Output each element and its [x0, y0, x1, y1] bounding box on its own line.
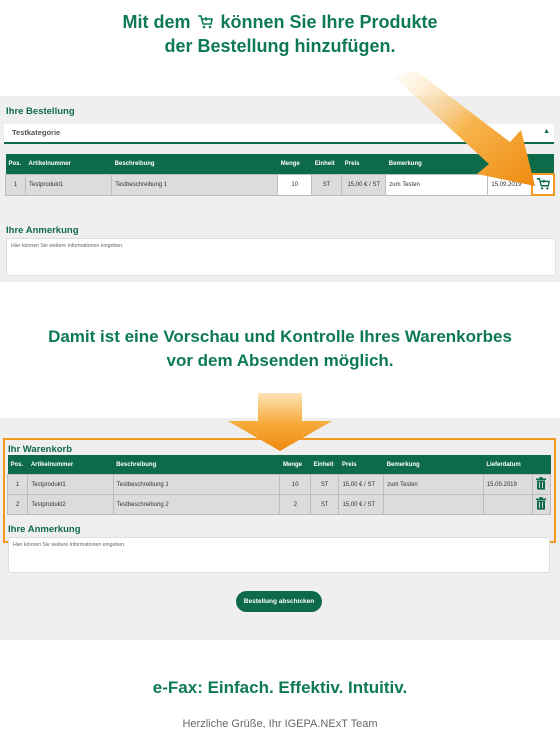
- cell-date: 15.09.2019: [482, 474, 533, 495]
- note-title: Ihre Anmerkung: [8, 524, 81, 535]
- quantity-input[interactable]: 10: [277, 173, 313, 196]
- cell-unit: ST: [309, 474, 340, 495]
- cell-article: Testprodukt2: [27, 494, 114, 515]
- note-placeholder: Hier können Sie weitere Informationen ei…: [13, 542, 126, 548]
- cell-price: 15,00 € / ST: [338, 474, 385, 495]
- order-title: Ihre Bestellung: [6, 106, 75, 117]
- trash-icon: [536, 477, 547, 490]
- note-placeholder: Hier können Sie weitere Informationen ei…: [11, 243, 124, 249]
- note-title: Ihre Anmerkung: [6, 225, 79, 236]
- col-price: Preis: [341, 154, 386, 174]
- cell-unit: ST: [311, 173, 343, 196]
- cart-table-header: Pos. Artikelnummer Beschreibung Menge Ei…: [7, 455, 551, 475]
- cart-title: Ihr Warenkorb: [8, 444, 73, 455]
- cell-pos: 1: [6, 474, 29, 495]
- cart-icon: [198, 15, 214, 29]
- cell-price: 15,00 € / ST: [338, 494, 385, 515]
- delete-button[interactable]: [531, 474, 552, 495]
- col-article: Artikelnummer: [25, 154, 112, 174]
- col-unit: Einheit: [311, 154, 342, 174]
- headline-top: Mit dem können Sie Ihre Produkte der Bes…: [0, 10, 560, 58]
- headline-top-line1-post: können Sie Ihre Produkte: [220, 12, 438, 32]
- cell-price: 15,00 € / ST: [341, 173, 387, 196]
- cart-table: Pos. Artikelnummer Beschreibung Menge Ei…: [6, 455, 552, 515]
- category-label: Testkategorie: [12, 128, 61, 137]
- tagline: e-Fax: Einfach. Effektiv. Intuitiv.: [152, 678, 408, 697]
- col-pos: Pos.: [7, 455, 28, 475]
- cell-article: Testprodukt1: [27, 474, 114, 495]
- note-textarea[interactable]: Hier können Sie weitere Informationen ei…: [8, 537, 550, 573]
- cell-desc: Testbeschreibung 2: [112, 494, 281, 515]
- col-remark: Bemerkung: [383, 455, 484, 475]
- col-action: [532, 455, 551, 475]
- col-date: Lieferdatum: [483, 455, 533, 475]
- note-textarea[interactable]: Hier können Sie weitere Informationen ei…: [6, 238, 556, 276]
- cell-pos: 2: [6, 494, 29, 515]
- headline-middle: Damit ist eine Vorschau und Kontrolle Ih…: [0, 325, 560, 373]
- col-unit: Einheit: [310, 455, 339, 475]
- col-price: Preis: [338, 455, 384, 475]
- col-qty: Menge: [277, 154, 312, 174]
- trash-icon: [536, 497, 547, 510]
- headline-top-line1-pre: Mit dem: [122, 12, 191, 32]
- headline-middle-line1: Damit ist eine Vorschau und Kontrolle Ih…: [48, 327, 512, 346]
- col-qty: Menge: [279, 455, 311, 475]
- cell-unit: ST: [309, 494, 340, 515]
- footer-text: Herzliche Grüße, Ihr IGEPA.NExT Team: [182, 718, 378, 730]
- headline-middle-line2: vor dem Absenden möglich.: [166, 351, 394, 370]
- col-desc: Beschreibung: [111, 154, 278, 174]
- cell-qty: 10: [279, 474, 311, 495]
- headline-top-line2: der Bestellung hinzufügen.: [164, 36, 396, 56]
- cell-pos: 1: [4, 173, 27, 196]
- table-row: 2 Testprodukt2 Testbeschreibung 2 2 ST 1…: [6, 494, 552, 515]
- cell-remark: zum Testen: [383, 474, 484, 495]
- delete-button[interactable]: [531, 494, 552, 515]
- submit-order-button[interactable]: Bestellung abschicken: [236, 591, 322, 612]
- cell-remark: [383, 494, 484, 515]
- cell-date: [482, 494, 533, 515]
- table-row: 1 Testprodukt1 Testbeschreibung 1 10 ST …: [6, 474, 552, 495]
- cell-desc: Testbeschreibung 1: [112, 474, 281, 495]
- cell-qty: 2: [279, 494, 311, 515]
- diagonal-arrow-icon: [395, 70, 535, 186]
- cell-article: Testprodukt1: [25, 173, 113, 196]
- cell-desc: Testbeschreibung 1: [111, 173, 279, 196]
- col-pos: Pos.: [5, 154, 26, 174]
- down-arrow-icon: [228, 393, 332, 451]
- col-desc: Beschreibung: [113, 455, 280, 475]
- col-article: Artikelnummer: [27, 455, 114, 475]
